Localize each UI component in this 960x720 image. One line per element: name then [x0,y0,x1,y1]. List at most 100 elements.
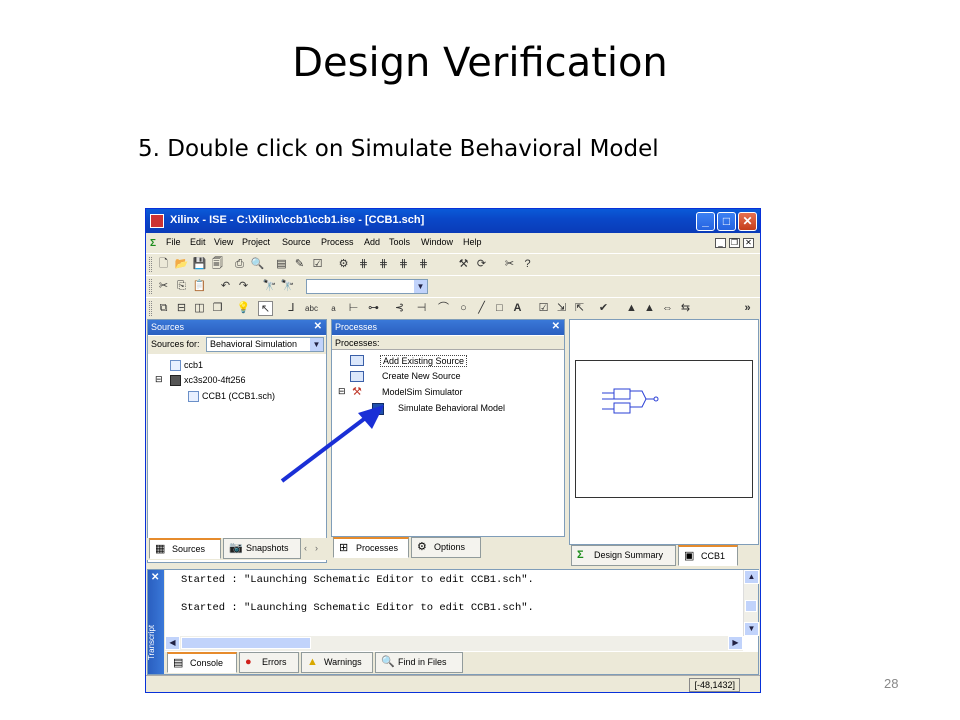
toolbar-grip[interactable] [149,257,152,272]
tab-sources[interactable]: ▦ Sources [149,538,221,559]
menu-source[interactable]: Source [282,237,311,247]
menu-help[interactable]: Help [463,237,482,247]
tab-design-summary[interactable]: Σ Design Summary [571,545,676,566]
window-split-icon[interactable]: ⊟ [174,301,189,316]
tab-find-in-files[interactable]: 🔍 Find in Files [375,652,463,673]
refresh-icon[interactable]: ⟳ [474,257,489,272]
cut-icon[interactable]: ✂ [156,279,171,294]
schematic-sheet[interactable] [575,360,753,498]
edit-icon[interactable]: ✎ [292,257,307,272]
zoom-full-icon[interactable]: ⇔ [660,301,675,316]
lightbulb-icon[interactable]: 💡 [236,301,251,316]
save-all-icon[interactable]: 🗐 [210,257,225,272]
menu-edit[interactable]: Edit [190,237,206,247]
menu-view[interactable]: View [214,237,233,247]
tab-processes[interactable]: ⊞ Processes [333,537,409,558]
minimize-button[interactable]: _ [696,212,715,231]
chevron-down-icon[interactable]: ▼ [310,338,323,351]
tree-item-schematic[interactable]: CCB1 (CCB1.sch) [202,391,275,401]
schematic-symbol[interactable] [596,381,676,431]
find-next-icon[interactable]: 🔭 [280,279,295,294]
process-modelsim-simulator[interactable]: ModelSim Simulator [382,387,463,397]
implement-icon[interactable]: ⚒ [456,257,471,272]
process-create-new-source[interactable]: Create New Source [382,371,461,381]
gear-icon[interactable]: ⚙ [336,257,351,272]
push-hierarchy-icon[interactable]: ⇲ [554,301,569,316]
process-add-existing-source[interactable]: Add Existing Source [380,355,468,367]
scroll-left-icon[interactable]: ◀ [165,636,180,650]
mdi-minimize-icon[interactable]: _ [715,238,726,248]
add-instance-icon[interactable]: ⊣ [414,301,429,316]
draw-circle-icon[interactable]: ○ [456,301,471,316]
zoom-selection-icon[interactable]: ⇆ [678,301,693,316]
open-folder-icon[interactable]: 📂 [174,257,189,272]
redo-icon[interactable]: ↷ [236,279,251,294]
project-icon[interactable]: ▤ [274,257,289,272]
close-icon[interactable]: ✕ [552,321,560,332]
toolbar-grip[interactable] [149,279,152,294]
window-titlebar[interactable]: Xilinx - ISE - C:\Xilinx\ccb1\ccb1.ise -… [146,209,760,233]
save-icon[interactable]: 💾 [192,257,207,272]
close-icon[interactable]: ✕ [151,572,159,583]
add-wire-icon[interactable]: ⅃ [284,301,299,316]
close-button[interactable]: ✕ [738,212,757,231]
undo-icon[interactable]: ↶ [218,279,233,294]
help-pointer-icon[interactable]: ? [520,257,535,272]
window-columns-icon[interactable]: ◫ [192,301,207,316]
scroll-thumb[interactable] [745,600,757,612]
tab-scroll-right-icon[interactable]: › [315,543,318,553]
add-symbol-icon[interactable]: ⊰ [392,301,407,316]
find-icon[interactable]: 🔭 [262,279,277,294]
tree-item-device[interactable]: xc3s200-4ft256 [184,375,246,385]
add-text-icon[interactable]: A [510,301,525,316]
collapse-icon[interactable]: ⊟ [155,374,163,385]
console-horizontal-scrollbar[interactable]: ◀ ▶ [165,636,743,651]
collapse-icon[interactable]: ⊟ [338,386,346,397]
pop-hierarchy-icon[interactable]: ⇱ [572,301,587,316]
tab-options[interactable]: ⚙ Options [411,537,481,558]
mdi-close-icon[interactable]: ✕ [743,238,754,248]
console-vertical-scrollbar[interactable]: ▲ ▼ [743,570,759,636]
rename-icon[interactable]: a [326,301,341,316]
grid-icon-3[interactable]: ⋕ [396,257,411,272]
zoom-in-icon[interactable]: ▲ [624,301,639,316]
menu-add[interactable]: Add [364,237,380,247]
tab-ccb1[interactable]: ▣ CCB1 [678,545,738,566]
scroll-thumb[interactable] [181,637,311,649]
validate-icon[interactable]: ✔ [596,301,611,316]
tab-scroll-left-icon[interactable]: ‹ [304,543,307,553]
window-tile-icon[interactable]: ⧉ [156,301,171,316]
close-icon[interactable]: ✕ [314,321,322,332]
add-net-name-icon[interactable]: abc [304,301,319,316]
tab-warnings[interactable]: ▲ Warnings [301,652,373,673]
process-simulate-behavioral-model[interactable]: Simulate Behavioral Model [398,403,505,413]
scroll-up-icon[interactable]: ▲ [744,570,759,584]
print-icon[interactable]: ⎙ [232,257,247,272]
chevron-down-icon[interactable]: ▼ [414,280,427,293]
menu-process[interactable]: Process [321,237,354,247]
paste-icon[interactable]: 📋 [192,279,207,294]
grid-icon-1[interactable]: ⋕ [356,257,371,272]
grid-icon-4[interactable]: ⋕ [416,257,431,272]
toolbar-grip[interactable] [149,301,152,316]
check-schematic-icon[interactable]: ☑ [536,301,551,316]
tab-console[interactable]: ▤ Console [167,652,237,673]
grid-icon-2[interactable]: ⋕ [376,257,391,272]
menu-file[interactable]: File [166,237,181,247]
draw-rectangle-icon[interactable]: □ [492,301,507,316]
draw-line-icon[interactable]: ╱ [474,301,489,316]
menu-project[interactable]: Project [242,237,270,247]
check-icon[interactable]: ☑ [310,257,325,272]
select-pointer-icon[interactable]: ↖ [258,301,273,316]
add-bus-tap-icon[interactable]: ⊢ [346,301,361,316]
tool-icon[interactable]: ✂ [502,257,517,272]
mdi-restore-icon[interactable]: ❐ [729,238,740,248]
maximize-button[interactable]: □ [717,212,736,231]
console-output[interactable]: Started : "Launching Schematic Editor to… [165,570,759,652]
print-preview-icon[interactable]: 🔍 [250,257,265,272]
tab-snapshots[interactable]: 📷 Snapshots [223,538,301,559]
copy-icon[interactable]: ⎘ [174,279,189,294]
schematic-editor[interactable] [569,319,759,545]
tree-item-project[interactable]: ccb1 [184,360,203,370]
tab-errors[interactable]: ● Errors [239,652,299,673]
